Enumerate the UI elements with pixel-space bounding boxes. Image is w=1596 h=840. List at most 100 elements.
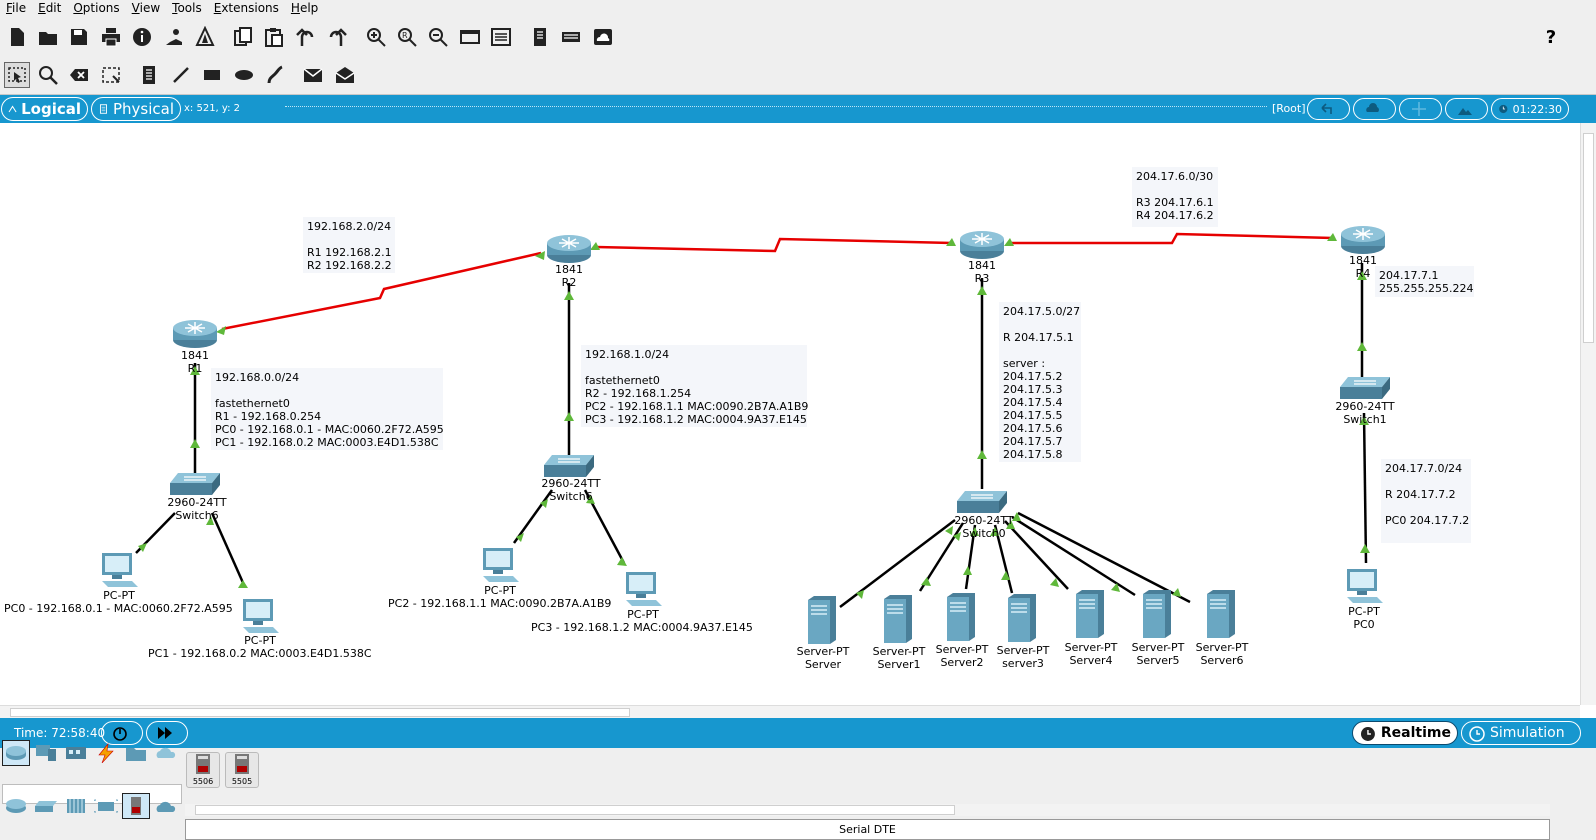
server-0[interactable] [806, 594, 838, 646]
pc-3[interactable] [622, 570, 664, 608]
rectangle-icon[interactable] [199, 62, 225, 88]
note-icon[interactable] [136, 62, 162, 88]
back-button[interactable] [1307, 98, 1350, 120]
server-3[interactable] [1006, 592, 1038, 644]
menu-tools[interactable]: Tools [166, 0, 208, 17]
device-card-5506[interactable]: 5506 [186, 752, 220, 788]
note-lan1[interactable]: 192.168.1.0/24 fastethernet0 R2 - 192.16… [581, 345, 808, 427]
inspect-icon[interactable] [35, 62, 61, 88]
pdu-list-icon[interactable] [558, 24, 584, 50]
router-r2[interactable] [545, 231, 593, 265]
end-devices-category[interactable] [32, 740, 60, 766]
routers-subcategory[interactable] [2, 793, 30, 819]
root-label[interactable]: [Root] [1272, 102, 1306, 115]
drawing-palette-icon[interactable] [457, 24, 483, 50]
note-r4-interface[interactable]: 204.17.7.1 255.255.255.224 [1375, 266, 1474, 297]
cloud-icon[interactable] [590, 24, 616, 50]
new-file-icon[interactable] [4, 24, 30, 50]
multiuser-category[interactable] [152, 740, 180, 766]
server-6[interactable] [1205, 588, 1237, 640]
device-card-5505[interactable]: 5505 [225, 752, 259, 788]
zoom-in-icon[interactable] [363, 24, 389, 50]
wireless-subcategory[interactable] [92, 793, 120, 819]
link-switch-pc4[interactable] [1362, 412, 1368, 564]
help-icon[interactable]: ? [1538, 24, 1564, 50]
switches-subcategory[interactable] [32, 793, 60, 819]
security-subcategory[interactable] [122, 793, 150, 819]
activity-wizard-icon[interactable] [161, 24, 187, 50]
redo-icon[interactable] [324, 24, 350, 50]
hubs-subcategory[interactable] [62, 793, 90, 819]
router-r1[interactable] [171, 316, 219, 350]
scrollbar-thumb[interactable] [195, 805, 955, 815]
note-lan5[interactable]: 204.17.5.0/27 R 204.17.5.1 server : 204.… [999, 302, 1081, 462]
select-icon[interactable] [4, 62, 30, 88]
copy-icon[interactable] [230, 24, 256, 50]
network-devices-category[interactable] [2, 740, 30, 766]
server-1[interactable] [882, 593, 914, 645]
paste-icon[interactable] [261, 24, 287, 50]
switch-b[interactable] [544, 453, 596, 479]
connections-category[interactable] [92, 740, 120, 766]
custom-devices-icon[interactable] [488, 24, 514, 50]
clock-button[interactable]: 01:22:30 [1491, 98, 1569, 120]
pc-2[interactable] [479, 546, 521, 584]
scrollbar-thumb[interactable] [10, 708, 630, 717]
print-icon[interactable] [98, 24, 124, 50]
canvas-horizontal-scrollbar[interactable] [0, 705, 1580, 718]
logical-workspace-canvas[interactable]: 192.168.2.0/24 R1 192.168.2.1 R2 192.168… [0, 123, 1580, 705]
pc-1[interactable] [239, 597, 281, 635]
misc-category[interactable] [122, 740, 150, 766]
move-object-button[interactable] [1399, 98, 1442, 120]
serial-link-r2-r3[interactable] [595, 237, 953, 253]
open-folder-icon[interactable] [35, 24, 61, 50]
menu-edit[interactable]: Edit [32, 0, 67, 17]
menu-view[interactable]: View [126, 0, 166, 17]
serial-link-r3-r4[interactable] [1010, 232, 1334, 245]
menu-help[interactable]: Help [285, 0, 324, 17]
simple-pdu-icon[interactable] [300, 62, 326, 88]
link-switch-pc1[interactable] [210, 512, 246, 586]
link-switch-server5[interactable] [1011, 515, 1136, 597]
device-list-scrollbar[interactable] [185, 804, 1550, 816]
note-r1-r2-subnet[interactable]: 192.168.2.0/24 R1 192.168.2.1 R2 192.168… [303, 217, 395, 273]
note-r3-r4-subnet[interactable]: 204.17.6.0/30 R3 204.17.6.1 R4 204.17.6.… [1132, 167, 1218, 227]
server-4[interactable] [1074, 588, 1106, 640]
set-background-button[interactable] [1445, 98, 1488, 120]
pc-4[interactable] [1343, 567, 1385, 605]
pc-0[interactable] [98, 551, 140, 589]
note-lan0[interactable]: 192.168.0.0/24 fastethernet0 R1 - 192.16… [211, 368, 444, 450]
switch-c[interactable] [957, 489, 1009, 515]
server-5[interactable] [1141, 588, 1173, 640]
switch-d[interactable] [1340, 375, 1392, 401]
server-2[interactable] [945, 591, 977, 643]
logical-tab[interactable]: Logical [1, 97, 88, 121]
info-icon[interactable] [129, 24, 155, 50]
ellipse-icon[interactable] [231, 62, 257, 88]
simulation-mode-button[interactable]: Simulation [1461, 721, 1581, 745]
switch-a[interactable] [170, 471, 222, 497]
undo-icon[interactable] [293, 24, 319, 50]
router-r3[interactable] [958, 227, 1006, 261]
components-category[interactable] [62, 740, 90, 766]
resize-icon[interactable] [98, 62, 124, 88]
realtime-mode-button[interactable]: Realtime [1352, 721, 1458, 745]
new-cluster-button[interactable] [1353, 98, 1396, 120]
menu-file[interactable]: File [0, 0, 32, 17]
zoom-reset-icon[interactable]: R [394, 24, 420, 50]
physical-tab[interactable]: Physical [91, 97, 181, 121]
freeform-icon[interactable] [262, 62, 288, 88]
canvas-vertical-scrollbar[interactable] [1580, 123, 1596, 705]
menu-options[interactable]: Options [67, 0, 125, 17]
wan-emulation-subcategory[interactable] [152, 793, 180, 819]
delete-icon[interactable] [66, 62, 92, 88]
network-info-icon[interactable] [192, 24, 218, 50]
zoom-out-icon[interactable] [425, 24, 451, 50]
text-file-icon[interactable] [527, 24, 553, 50]
scrollbar-thumb[interactable] [1583, 133, 1594, 343]
save-icon[interactable] [66, 24, 92, 50]
router-r4[interactable] [1339, 222, 1387, 256]
complex-pdu-icon[interactable] [332, 62, 358, 88]
menu-extensions[interactable]: Extensions [208, 0, 285, 17]
line-icon[interactable] [168, 62, 194, 88]
